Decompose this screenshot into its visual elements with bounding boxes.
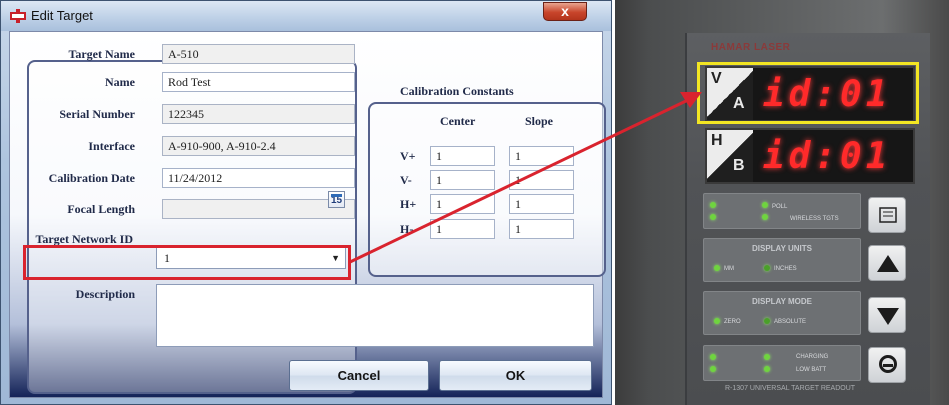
serial-number-label: Serial Number	[59, 107, 135, 121]
display-units-title: DISPLAY UNITS	[751, 244, 812, 253]
target-readout-device-photo: HAMAR LASER V A id:01 H B id:01 POLL WIR…	[615, 0, 949, 405]
center-column-header: Center	[440, 114, 476, 128]
calibration-constants-title: Calibration Constants	[400, 84, 514, 98]
status-led	[762, 214, 768, 220]
mode-absolute-label: ABSOLUTE	[774, 319, 807, 325]
charging-label: CHARGING	[796, 354, 829, 360]
hminus-center-input[interactable]: 1	[430, 219, 495, 239]
device-down-button	[868, 297, 906, 333]
name-label: Name	[105, 75, 135, 89]
calibration-date-label: Calibration Date	[48, 171, 135, 185]
slope-column-header: Slope	[525, 114, 554, 128]
battery-led	[764, 354, 770, 360]
vplus-row-label: V+	[400, 149, 416, 163]
device-brand: HAMAR LASER	[711, 42, 791, 53]
window-title: Edit Target	[31, 8, 93, 23]
power-icon	[879, 355, 897, 373]
cancel-button[interactable]: Cancel	[289, 360, 429, 391]
status-led-block: POLL WIRELESS TGTS	[703, 193, 861, 229]
device-menu-button	[868, 197, 906, 233]
mode-led	[764, 318, 770, 324]
v-display-highlight	[697, 62, 919, 124]
name-input[interactable]: Rod Test	[162, 72, 355, 92]
vminus-slope-input[interactable]: 1	[509, 170, 574, 190]
description-textarea[interactable]	[156, 284, 594, 347]
device-up-button	[868, 245, 906, 281]
display-mode-title: DISPLAY MODE	[751, 297, 812, 306]
mode-zero-label: ZERO	[724, 319, 741, 325]
hminus-row-label: H-	[400, 222, 414, 236]
focal-length-field	[162, 199, 355, 219]
hplus-row-label: H+	[400, 197, 417, 211]
ok-button[interactable]: OK	[439, 360, 592, 391]
mode-led	[714, 318, 720, 324]
hminus-slope-input[interactable]: 1	[509, 219, 574, 239]
units-mm-label: MM	[724, 266, 734, 272]
low-batt-label: LOW BATT	[796, 367, 827, 373]
interface-label: Interface	[88, 139, 135, 153]
h-letter: H	[711, 132, 723, 149]
arrow-down-icon	[877, 308, 899, 325]
battery-led	[710, 366, 716, 372]
units-led	[764, 265, 770, 271]
poll-label: POLL	[772, 204, 788, 210]
target-name-label: Target Name	[68, 47, 135, 61]
device-power-button	[868, 347, 906, 383]
h-axis-badge: H B	[707, 130, 753, 182]
interface-field: A-910-900, A-910-2.4	[162, 136, 355, 156]
display-units-block: DISPLAY UNITS MM INCHES	[703, 238, 861, 282]
units-inches-label: INCHES	[774, 266, 797, 272]
vplus-center-input[interactable]: 1	[430, 146, 495, 166]
display-mode-block: DISPLAY MODE ZERO ABSOLUTE	[703, 291, 861, 335]
serial-number-field: 122345	[162, 104, 355, 124]
hamar-app-icon	[10, 9, 26, 23]
units-led	[714, 265, 720, 271]
status-led	[710, 214, 716, 220]
wireless-label: WIRELESS TGTS	[790, 216, 839, 222]
close-button[interactable]: x	[543, 2, 587, 21]
title-bar: Edit Target x	[1, 1, 611, 31]
list-icon	[879, 207, 897, 223]
vplus-slope-input[interactable]: 1	[509, 146, 574, 166]
edit-target-dialog: Edit Target x Target Name A-510 Name Rod…	[0, 0, 612, 405]
status-led	[710, 202, 716, 208]
description-label: Description	[75, 287, 135, 301]
battery-led	[764, 366, 770, 372]
h-display-readout: id:01	[763, 136, 892, 177]
calendar-picker-icon[interactable]: 15	[328, 191, 345, 208]
device-model-label: R-1307 UNIVERSAL TARGET READOUT	[725, 385, 856, 392]
hplus-slope-input[interactable]: 1	[509, 194, 574, 214]
arrow-up-icon	[877, 255, 899, 272]
target-network-id-highlight	[23, 245, 351, 280]
status-led	[762, 202, 768, 208]
target-name-field: A-510	[162, 44, 355, 64]
hplus-center-input[interactable]: 1	[430, 194, 495, 214]
calibration-date-input[interactable]: 11/24/2012	[162, 168, 355, 188]
battery-led	[710, 354, 716, 360]
h-axis-display: H B id:01	[705, 128, 915, 184]
vminus-center-input[interactable]: 1	[430, 170, 495, 190]
vminus-row-label: V-	[400, 173, 412, 187]
b-letter: B	[733, 157, 745, 174]
battery-status-block: CHARGING LOW BATT	[703, 345, 861, 381]
focal-length-label: Focal Length	[67, 202, 135, 216]
